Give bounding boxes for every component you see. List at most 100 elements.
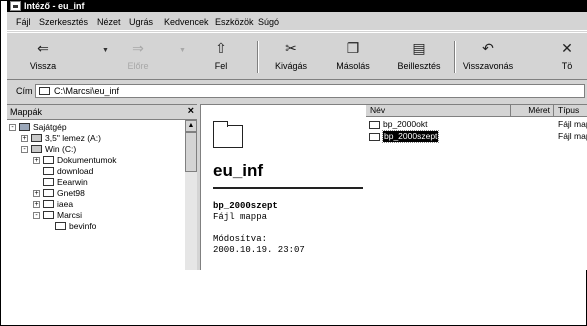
up-folder-icon: ⇧ [215,40,227,56]
modified-value: 2000.10.19. 23:07 [213,245,305,255]
tree-item-floppy[interactable]: + 3,5" lemez (A:) [7,133,185,144]
forward-arrow-icon: ⇒ [132,40,144,56]
menu-view[interactable]: Nézet [97,16,121,28]
selected-item-name: bp_2000szept [213,201,278,211]
copy-icon: ❐ [346,40,360,56]
file-row[interactable]: bp_2000okt Fájl mappa [369,119,587,130]
file-type: Fájl mappa [558,131,587,141]
large-folder-icon [213,121,243,148]
folders-pane: Mappák × - Sajátgép + 3,5" lemez (A:) - … [7,104,197,270]
tree-item-iaea[interactable]: + iaea [7,199,185,210]
tree-item-label: Eearwin [57,177,88,187]
copy-button[interactable]: ❐ Másolás [322,39,384,77]
scrollbar-thumb[interactable] [185,132,197,172]
tree-item-label: Win (C:) [45,144,77,154]
cut-button[interactable]: ✂ Kivágás [260,39,322,77]
back-button[interactable]: ⇐ Vissza [12,39,74,77]
menu-favorites[interactable]: Kedvencek [164,16,209,28]
tree-item-label: download [57,166,94,176]
folder-tree: - Sajátgép + 3,5" lemez (A:) - Win (C:) … [7,120,185,270]
forward-label: Előre [127,61,149,71]
menu-file[interactable]: Fájl [16,16,31,28]
address-label: Cím [16,86,33,96]
title-bar[interactable]: Intéző - eu_inf [7,0,587,12]
column-header-type[interactable]: Típus [554,105,587,117]
expand-icon[interactable]: + [33,201,40,208]
selected-item-type: Fájl mappa [213,212,268,222]
address-input[interactable]: C:\Marcsi\eu_inf [35,84,585,98]
tree-item-label: Dokumentumok [57,155,117,165]
menu-edit[interactable]: Szerkesztés [39,16,88,28]
delete-icon: ✕ [561,40,573,56]
tree-item-download[interactable]: download [7,166,185,177]
explorer-window: Intéző - eu_inf Fájl Szerkesztés Nézet U… [7,0,587,270]
tree-item-label: iaea [57,199,74,209]
tree-item-eearwin[interactable]: Eearwin [7,177,185,188]
tree-item-label: Sajátgép [33,122,67,132]
tree-item-label: Gnet98 [57,188,85,198]
forward-dropdown-icon[interactable]: ▼ [179,47,186,54]
computer-icon [19,123,30,131]
menu-tools[interactable]: Eszközök [215,16,254,28]
collapse-icon[interactable]: - [21,146,28,153]
tree-item-win-c[interactable]: - Win (C:) [7,144,185,155]
standard-toolbar: ⇐ Vissza ▼ ⇒ Előre ▼ ⇧ Fel ✂ Kivágás ❐ M… [7,32,587,80]
file-row-selected[interactable]: bp_2000szept Fájl mappa [369,130,587,143]
folder-icon [55,222,66,230]
file-type: Fájl mappa [558,119,587,129]
folder-icon [39,87,50,95]
undo-button[interactable]: ↶ Visszavonás [457,39,519,77]
modified-label: Módosítva: [213,234,268,244]
file-name: bp_2000szept [381,130,440,143]
folder-icon [369,133,380,141]
tree-item-bevinfo[interactable]: bevinfo [7,221,185,232]
close-icon[interactable]: × [188,105,194,117]
back-arrow-icon: ⇐ [37,40,49,56]
scroll-up-icon[interactable]: ▲ [185,120,197,132]
drive-icon [31,145,42,153]
cut-label: Kivágás [274,61,308,71]
collapse-icon[interactable]: - [9,124,16,131]
tree-item-label: 3,5" lemez (A:) [45,133,101,143]
address-value: C:\Marcsi\eu_inf [54,86,120,96]
expand-icon[interactable]: + [33,190,40,197]
tree-item-sajatgep[interactable]: - Sajátgép [7,122,185,133]
folders-scrollbar[interactable]: ▲ [185,120,197,270]
tree-item-gnet98[interactable]: + Gnet98 [7,188,185,199]
paste-label: Beillesztés [397,61,441,71]
folder-icon [43,200,54,208]
folder-icon [43,211,54,219]
menu-help[interactable]: Súgó [258,16,279,28]
menu-bar: Fájl Szerkesztés Nézet Ugrás Kedvencek E… [7,14,587,31]
title-divider [213,187,363,189]
tree-item-dokumentumok[interactable]: + Dokumentumok [7,155,185,166]
folders-pane-header: Mappák × [7,105,197,120]
forward-button[interactable]: ⇒ Előre [107,39,169,77]
content-pane: eu_inf bp_2000szept Fájl mappa Módosítva… [200,104,587,270]
up-label: Fel [214,61,228,71]
column-header-size[interactable]: Méret [511,105,554,117]
folder-title: eu_inf [213,161,264,180]
expand-icon[interactable]: + [33,157,40,164]
expand-icon[interactable]: + [21,135,28,142]
collapse-icon[interactable]: - [33,212,40,219]
scissors-icon: ✂ [285,40,297,56]
undo-icon: ↶ [482,40,494,56]
paste-button[interactable]: ▤ Beillesztés [388,39,450,77]
folders-pane-title: Mappák [10,107,43,117]
copy-label: Másolás [336,61,370,71]
undo-label: Visszavonás [462,61,514,71]
documents-folder-icon [43,156,54,164]
folder-icon [43,178,54,186]
up-button[interactable]: ⇧ Fel [190,39,252,77]
column-header-name[interactable]: Név [366,105,511,117]
toolbar-separator [454,41,456,73]
delete-button[interactable]: ✕ Tö [547,39,587,77]
floppy-icon [31,134,42,142]
tree-item-marcsi[interactable]: - Marcsi [7,210,185,221]
explorer-app-icon[interactable] [10,1,21,11]
back-label: Vissza [29,61,57,71]
window-title: Intéző - eu_inf [24,1,85,11]
folder-icon [43,189,54,197]
menu-go[interactable]: Ugrás [129,16,153,28]
